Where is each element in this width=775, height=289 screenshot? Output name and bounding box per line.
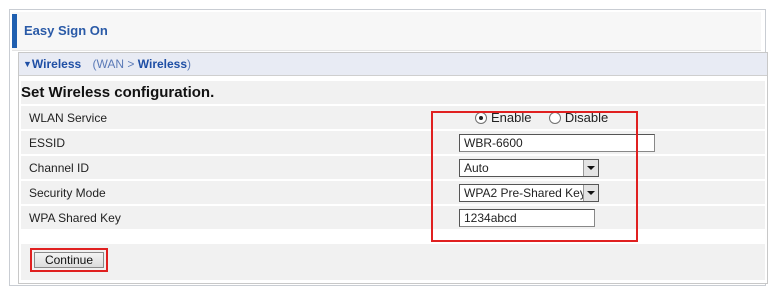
wlan-service-row: WLAN Service Enable Disable xyxy=(21,106,765,129)
chevron-down-icon[interactable] xyxy=(583,159,598,176)
disable-radio[interactable] xyxy=(548,112,561,124)
wlan-service-label: WLAN Service xyxy=(21,106,449,129)
wpa-shared-key-label: WPA Shared Key xyxy=(21,206,449,229)
button-row xyxy=(21,244,765,280)
channel-value-cell: Auto xyxy=(449,156,765,179)
essid-row: ESSID WBR-6600 xyxy=(21,131,765,154)
continue-button[interactable]: Continue xyxy=(34,252,104,268)
collapse-triangle-icon[interactable]: ▼ xyxy=(23,59,32,69)
breadcrumb-suffix: ) xyxy=(187,57,192,71)
highlight-box-continue: Continue xyxy=(30,248,108,272)
security-mode-select[interactable]: WPA2 Pre-Shared Key xyxy=(459,183,599,202)
disable-radio-label: Disable xyxy=(564,110,609,125)
breadcrumb-path: (WAN > Wireless) xyxy=(93,57,192,71)
disable-radio-option[interactable]: Disable xyxy=(548,110,609,125)
wlan-service-value: Enable Disable xyxy=(449,106,765,129)
wpa-key-row: WPA Shared Key 1234abcd xyxy=(21,206,765,229)
wireless-form-table: Set Wireless configuration. WLAN Service… xyxy=(21,79,765,231)
header-accent-bar xyxy=(12,14,17,48)
channel-id-label: Channel ID xyxy=(21,156,449,179)
page-title: Easy Sign On xyxy=(24,23,108,38)
wpa-shared-key-input[interactable]: 1234abcd xyxy=(459,208,595,227)
security-mode-label: Security Mode xyxy=(21,181,449,204)
channel-row: Channel ID Auto xyxy=(21,156,765,179)
security-row: Security Mode WPA2 Pre-Shared Key xyxy=(21,181,765,204)
breadcrumb-prefix: (WAN > xyxy=(92,57,138,71)
page-header: Easy Sign On xyxy=(12,12,761,51)
wireless-panel: ▼Wireless (WAN > Wireless) Set Wireless … xyxy=(18,52,768,284)
enable-radio-label: Enable xyxy=(491,110,532,125)
channel-id-selected: Auto xyxy=(464,160,489,175)
wpa-key-value-cell: 1234abcd xyxy=(449,206,765,229)
chevron-down-icon[interactable] xyxy=(583,184,598,201)
security-value-cell: WPA2 Pre-Shared Key xyxy=(449,181,765,204)
essid-input[interactable]: WBR-6600 xyxy=(459,133,655,152)
essid-label: ESSID xyxy=(21,131,449,154)
essid-value-cell: WBR-6600 xyxy=(449,131,765,154)
channel-id-select[interactable]: Auto xyxy=(459,158,599,177)
enable-radio-option[interactable]: Enable xyxy=(475,110,531,125)
breadcrumb-current[interactable]: Wireless xyxy=(138,57,187,71)
breadcrumb-section[interactable]: Wireless xyxy=(32,57,81,71)
form-heading: Set Wireless configuration. xyxy=(21,81,765,104)
form-heading-row: Set Wireless configuration. xyxy=(21,81,765,104)
enable-radio[interactable] xyxy=(475,112,487,124)
breadcrumb: ▼Wireless (WAN > Wireless) xyxy=(19,53,767,76)
security-mode-selected: WPA2 Pre-Shared Key xyxy=(464,185,586,200)
